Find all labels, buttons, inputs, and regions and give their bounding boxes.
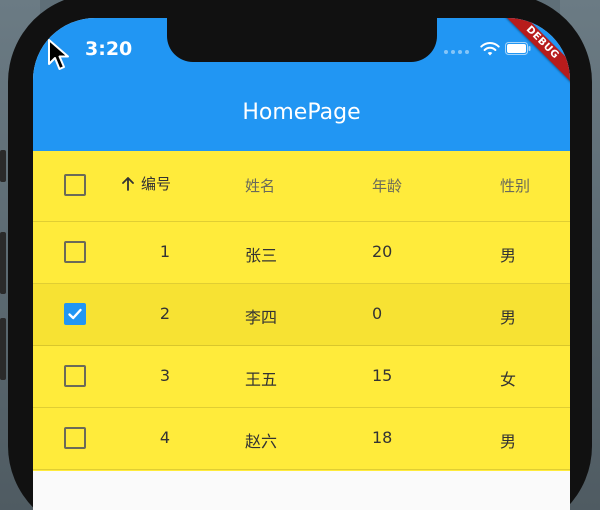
cell-age: 15	[372, 366, 393, 385]
cell-id: 1	[159, 242, 170, 261]
cell-id: 3	[159, 366, 170, 385]
volume-down-button	[0, 318, 6, 380]
notch	[167, 18, 437, 62]
cell-sex: 男	[500, 246, 517, 265]
mouse-cursor-icon	[48, 39, 69, 70]
silent-switch	[0, 150, 6, 182]
cell-name: 王五	[245, 370, 278, 389]
cell-name: 赵六	[245, 432, 278, 451]
column-header-id[interactable]: 编号	[121, 173, 171, 194]
battery-icon	[505, 42, 531, 55]
column-header-sex[interactable]: 性别	[500, 175, 530, 196]
row-checkbox[interactable]	[64, 365, 86, 387]
cell-name: 李四	[245, 308, 278, 327]
app-screen: 3:20 DEBUG HomePage 编号 姓名 年龄 性别 1 张三 20 …	[33, 18, 570, 510]
cell-sex: 女	[500, 370, 517, 389]
select-all-checkbox[interactable]	[64, 174, 86, 196]
signal-dots-icon	[444, 50, 469, 54]
cell-name: 张三	[245, 246, 278, 265]
status-time: 3:20	[85, 38, 133, 60]
column-header-age[interactable]: 年龄	[372, 175, 402, 196]
page-title: HomePage	[242, 100, 361, 125]
app-bar: 3:20 DEBUG HomePage	[33, 18, 570, 151]
cell-id: 4	[159, 428, 170, 447]
checkmark-icon	[68, 308, 82, 320]
table-row[interactable]: 4 赵六 18 男	[33, 408, 570, 470]
table-row[interactable]: 3 王五 15 女	[33, 346, 570, 408]
table-row-selected[interactable]: 2 李四 0 男	[33, 284, 570, 346]
column-header-id-label: 编号	[141, 175, 172, 193]
data-table: 编号 姓名 年龄 性别 1 张三 20 男 2 李四 0 男 3 王五 15 女…	[33, 151, 570, 471]
column-header-name[interactable]: 姓名	[245, 175, 275, 196]
row-checkbox[interactable]	[64, 427, 86, 449]
volume-up-button	[0, 232, 6, 294]
arrow-up-icon	[122, 177, 134, 191]
wifi-icon	[480, 42, 500, 56]
cell-sex: 男	[500, 432, 517, 451]
table-header-row: 编号 姓名 年龄 性别	[33, 151, 570, 222]
cell-sex: 男	[500, 308, 517, 327]
cell-age: 20	[372, 242, 393, 261]
row-checkbox-checked[interactable]	[64, 303, 86, 325]
table-row[interactable]: 1 张三 20 男	[33, 222, 570, 284]
cell-age: 0	[372, 304, 383, 323]
row-checkbox[interactable]	[64, 241, 86, 263]
cell-id: 2	[159, 304, 170, 323]
cell-age: 18	[372, 428, 393, 447]
